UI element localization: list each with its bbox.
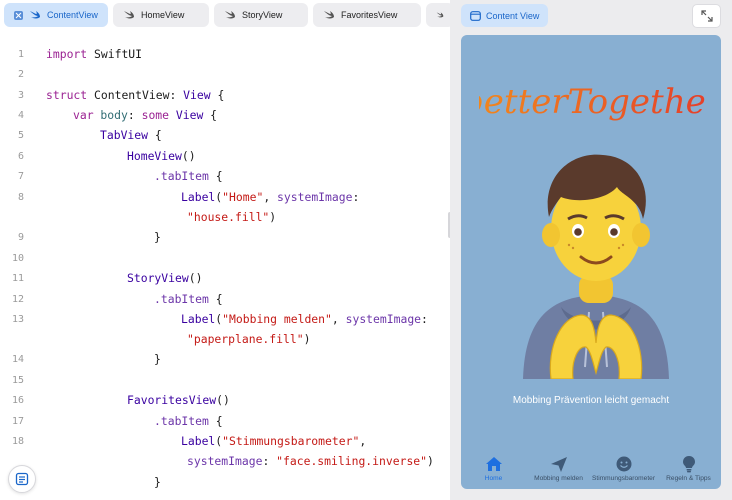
line-number: 17	[11, 415, 24, 427]
app-tagline: Mobbing Prävention leicht gemacht	[512, 395, 670, 406]
app-tab-home[interactable]: Home	[461, 455, 526, 489]
code-line-12: .tabItem {	[154, 292, 223, 306]
app-tab-bar: Home Mobbing melden Stimmungsbarometer R…	[461, 455, 721, 489]
tab-label: FavoritesView	[341, 10, 398, 20]
line-number: 10	[11, 252, 24, 264]
close-tab-icon[interactable]	[14, 10, 23, 20]
documentation-button[interactable]	[8, 465, 36, 493]
line-number: 14	[11, 353, 24, 365]
app-tab-label: Mobbing melden	[534, 475, 583, 482]
code-line-14: }	[154, 352, 161, 366]
expand-arrows-icon	[700, 10, 713, 22]
line-number: 11	[11, 272, 24, 284]
tab-label: HomeView	[141, 10, 185, 20]
code-line-7: .tabItem {	[154, 169, 223, 183]
tab-overflow[interactable]	[426, 3, 450, 27]
code-line-3: struct ContentView: View {	[46, 88, 225, 102]
line-number: 2	[17, 68, 24, 80]
line-number: 7	[17, 170, 24, 182]
line-number: 8	[17, 191, 24, 203]
line-number: 4	[17, 109, 24, 121]
app-tab-label: Home	[484, 475, 503, 482]
code-line-8-wrap: "house.fill")	[187, 210, 277, 224]
logo-text: betterTogether	[479, 82, 705, 122]
tab-label: StoryView	[242, 10, 283, 20]
tab-label: ContentView	[47, 10, 98, 20]
expand-preview-button[interactable]	[692, 4, 721, 28]
code-line-17: .tabItem {	[154, 414, 223, 428]
code-line-13: Label("Mobbing melden", systemImage:	[181, 312, 428, 326]
line-number: 18	[11, 435, 24, 447]
code-line-9: }	[154, 230, 161, 244]
tab-favoritesview[interactable]: FavoritesView	[313, 3, 421, 27]
line-number: 13	[11, 313, 24, 325]
house-fill-icon	[485, 457, 502, 471]
code-line-5: TabView {	[100, 128, 162, 142]
code-line-1: import SwiftUI	[46, 47, 143, 61]
tab-storyview[interactable]: StoryView	[214, 3, 308, 27]
line-number: 3	[17, 89, 24, 101]
swift-icon	[324, 11, 334, 19]
line-number: 5	[17, 129, 24, 141]
code-line-19: }	[154, 475, 161, 489]
tab-contentview[interactable]: ContentView	[4, 3, 108, 27]
face-smiling-icon	[616, 456, 631, 472]
tab-homeview[interactable]: HomeView	[113, 3, 209, 27]
code-line-18-wrap: systemImage: "face.smiling.inverse")	[187, 454, 434, 468]
swift-icon	[30, 11, 40, 19]
code-line-6: HomeView()	[127, 149, 196, 163]
xcode-playgrounds-window: ContentView HomeView StoryView Favorites…	[0, 0, 732, 500]
swift-icon	[436, 12, 444, 18]
swift-icon	[124, 11, 134, 19]
preview-tab[interactable]: Content View	[461, 4, 548, 27]
file-tab-bar: ContentView HomeView StoryView Favorites…	[0, 0, 450, 32]
preview-tab-label: Content View	[486, 10, 540, 21]
code-line-16: FavoritesView()	[127, 393, 230, 407]
code-line-8: Label("Home", systemImage:	[181, 190, 360, 204]
app-tab-stimmungsbarometer[interactable]: Stimmungsbarometer	[591, 455, 656, 489]
lightbulb-fill-icon	[682, 456, 695, 473]
doc-text-icon	[15, 472, 29, 486]
app-tab-mobbing-melden[interactable]: Mobbing melden	[526, 455, 591, 489]
app-tab-label: Stimmungsbarometer	[591, 475, 656, 482]
code-line-11: StoryView()	[127, 271, 203, 285]
paperplane-fill-icon	[550, 457, 567, 472]
code-editor: ContentView HomeView StoryView Favorites…	[0, 0, 450, 500]
swift-icon	[225, 11, 235, 19]
code-line-18: Label("Stimmungsbarometer",	[181, 434, 367, 448]
memoji-heart-hands-image	[523, 154, 669, 379]
preview-pane: Content View betterTogether	[450, 0, 732, 500]
app-tab-label: Regeln & Tipps	[666, 475, 711, 482]
line-number: 16	[11, 394, 24, 406]
line-number: 1	[17, 48, 24, 60]
app-tab-regeln-tipps[interactable]: Regeln & Tipps	[656, 455, 721, 489]
line-number: 15	[11, 374, 24, 386]
code-line-13-wrap: "paperplane.fill")	[187, 332, 311, 346]
line-number: 12	[11, 293, 24, 305]
app-preview-screen: betterTogether	[461, 35, 721, 489]
code-line-4: var body: some View {	[73, 108, 218, 122]
line-number: 6	[17, 150, 24, 162]
preview-window-icon	[470, 10, 481, 21]
line-number: 9	[17, 231, 24, 243]
bettertogether-logo: betterTogether	[479, 82, 705, 122]
